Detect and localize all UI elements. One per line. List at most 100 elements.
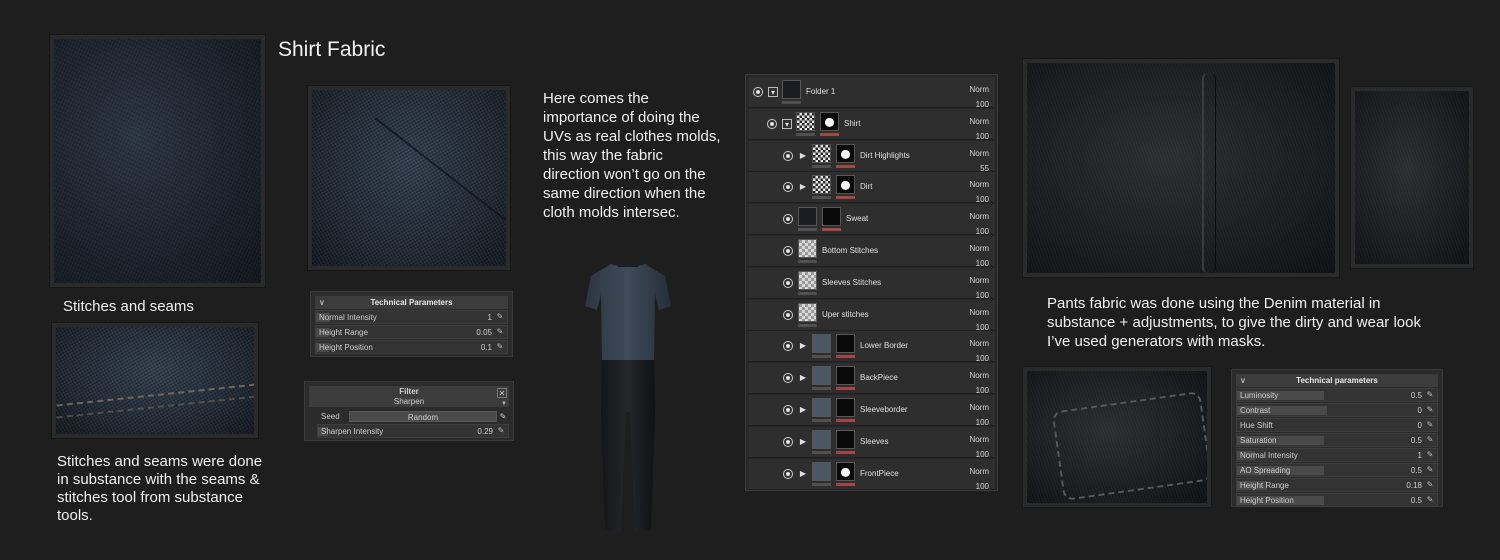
parameter-slider[interactable]: Normal Intensity 1 ✎: [315, 310, 508, 324]
layer-blend-mode[interactable]: Norm: [969, 241, 989, 256]
layer-mask-thumbnail[interactable]: [836, 175, 855, 195]
layer-opacity[interactable]: 100: [969, 479, 989, 494]
layer-row[interactable]: Bottom Stitches Norm 100: [748, 236, 995, 268]
edit-pencil-icon[interactable]: ✎: [1425, 435, 1435, 445]
parameter-value[interactable]: 0.18: [1406, 481, 1425, 490]
parameter-value[interactable]: 0.5: [1411, 466, 1425, 475]
layer-mask-thumbnail[interactable]: [836, 143, 855, 163]
visibility-eye-icon[interactable]: [783, 405, 793, 415]
layer-row[interactable]: ▶ BackPiece Norm 100: [748, 363, 995, 395]
visibility-eye-icon[interactable]: [783, 373, 793, 384]
layer-blend-mode[interactable]: Norm: [969, 146, 989, 161]
layer-blend-mode[interactable]: Norm: [969, 432, 989, 447]
expand-arrow-icon[interactable]: ▶: [798, 182, 808, 192]
edit-pencil-icon[interactable]: ✎: [1425, 495, 1435, 505]
layer-mask-thumbnail[interactable]: [820, 111, 839, 131]
layer-blend-opacity[interactable]: Norm 100: [969, 273, 989, 303]
layer-thumbnail[interactable]: [812, 366, 831, 386]
parameter-value[interactable]: 0.05: [476, 328, 495, 337]
layer-thumbnail[interactable]: [798, 207, 817, 227]
layer-thumbnail[interactable]: [798, 270, 817, 290]
parameter-slider[interactable]: Height Range 0.18 ✎: [1236, 478, 1438, 492]
layer-blend-opacity[interactable]: Norm 100: [969, 241, 989, 271]
visibility-eye-icon[interactable]: [753, 87, 763, 97]
layer-blend-opacity[interactable]: Norm 100: [969, 209, 989, 239]
parameter-slider[interactable]: Height Range 0.05 ✎: [315, 325, 508, 339]
layer-row[interactable]: ▶ FrontPiece Norm 100: [748, 458, 995, 491]
edit-pencil-icon[interactable]: ✎: [1425, 480, 1435, 490]
layer-blend-mode[interactable]: Norm: [969, 82, 989, 97]
layer-blend-opacity[interactable]: Norm 100: [969, 305, 989, 335]
layer-mask-thumbnail[interactable]: [836, 398, 855, 417]
parameter-value[interactable]: 0: [1418, 421, 1425, 430]
parameter-slider[interactable]: Normal Intensity 1 ✎: [1236, 448, 1438, 462]
visibility-eye-icon[interactable]: [783, 468, 793, 479]
parameter-slider[interactable]: Sharpen Intensity 0.29 ✎: [317, 424, 509, 438]
parameter-slider[interactable]: Hue Shift 0 ✎: [1236, 418, 1438, 432]
layer-mask-thumbnail[interactable]: [836, 366, 855, 386]
parameter-slider[interactable]: Height Position 0.5 ✎: [1236, 493, 1438, 507]
visibility-eye-icon[interactable]: [783, 246, 793, 256]
visibility-eye-icon[interactable]: [783, 309, 793, 320]
layer-blend-mode[interactable]: Norm: [969, 336, 989, 351]
layer-thumbnail[interactable]: [796, 111, 815, 131]
parameter-slider[interactable]: Luminosity 0.5 ✎: [1236, 388, 1438, 402]
layer-thumbnail[interactable]: [812, 334, 831, 354]
edit-pencil-icon[interactable]: ✎: [497, 412, 509, 421]
filter-subtitle[interactable]: Sharpen: [309, 397, 509, 407]
layer-thumbnail[interactable]: [812, 175, 831, 195]
random-seed-button[interactable]: Random: [349, 411, 497, 422]
layer-blend-opacity[interactable]: Norm 100: [969, 432, 989, 462]
expand-arrow-icon[interactable]: ▶: [798, 437, 808, 447]
visibility-eye-icon[interactable]: [783, 214, 793, 225]
panel-header[interactable]: ∨ Technical parameters: [1236, 374, 1438, 387]
layer-row[interactable]: ▶ Dirt Highlights Norm 55: [748, 140, 995, 173]
layer-thumbnail[interactable]: [812, 461, 831, 481]
layer-thumbnail[interactable]: [812, 429, 831, 449]
visibility-eye-icon[interactable]: [767, 118, 777, 129]
edit-pencil-icon[interactable]: ✎: [495, 327, 505, 337]
layer-blend-mode[interactable]: Norm: [969, 209, 989, 224]
parameter-value[interactable]: 1: [1418, 451, 1425, 460]
layer-blend-opacity[interactable]: Norm 100: [969, 400, 989, 430]
folder-icon[interactable]: ▾: [782, 118, 792, 129]
layer-thumbnail[interactable]: [798, 302, 817, 322]
parameter-slider[interactable]: Height Position 0.1 ✎: [315, 340, 508, 354]
layer-thumbnail[interactable]: [798, 239, 817, 258]
layer-row[interactable]: ▶ Sleeves Norm 100: [748, 426, 995, 459]
chevron-down-icon[interactable]: ▼: [501, 399, 507, 409]
layer-row[interactable]: ▾ Shirt Norm 100: [748, 108, 995, 141]
parameter-value[interactable]: 0: [1418, 406, 1425, 415]
visibility-eye-icon[interactable]: [783, 182, 793, 193]
parameter-value[interactable]: 0.5: [1411, 436, 1425, 445]
layer-blend-mode[interactable]: Norm: [969, 464, 989, 479]
layer-thumbnail[interactable]: [782, 80, 801, 99]
parameter-value[interactable]: 1: [488, 313, 495, 322]
layer-blend-opacity[interactable]: Norm 55: [969, 146, 989, 176]
edit-pencil-icon[interactable]: ✎: [1425, 390, 1435, 400]
panel-header[interactable]: ∨ Technical Parameters: [315, 296, 508, 309]
layer-blend-mode[interactable]: Norm: [969, 305, 989, 320]
edit-pencil-icon[interactable]: ✎: [1425, 420, 1435, 430]
layer-blend-mode[interactable]: Norm: [969, 368, 989, 383]
edit-pencil-icon[interactable]: ✎: [1425, 465, 1435, 475]
expand-arrow-icon[interactable]: ▶: [798, 405, 808, 415]
layer-row[interactable]: ▶ Sleeveborder Norm 100: [748, 395, 995, 427]
layer-row[interactable]: ▶ Dirt Norm 100: [748, 172, 995, 204]
visibility-eye-icon[interactable]: [783, 436, 793, 447]
layer-mask-thumbnail[interactable]: [822, 207, 841, 227]
layer-mask-thumbnail[interactable]: [836, 461, 855, 481]
layer-blend-mode[interactable]: Norm: [969, 400, 989, 415]
layer-blend-opacity[interactable]: Norm 100: [969, 368, 989, 398]
layer-row[interactable]: ▶ Lower Border Norm 100: [748, 331, 995, 363]
chevron-down-icon[interactable]: ∨: [1240, 374, 1246, 387]
parameter-slider[interactable]: Saturation 0.5 ✎: [1236, 433, 1438, 447]
visibility-eye-icon[interactable]: [783, 150, 793, 161]
parameter-slider[interactable]: AO Spreading 0.5 ✎: [1236, 463, 1438, 477]
layer-blend-opacity[interactable]: Norm 100: [969, 114, 989, 144]
layer-thumbnail[interactable]: [812, 398, 831, 417]
layer-row[interactable]: Sweat Norm 100: [748, 204, 995, 236]
folder-icon[interactable]: ▾: [768, 87, 778, 97]
edit-pencil-icon[interactable]: ✎: [1425, 450, 1435, 460]
expand-arrow-icon[interactable]: ▶: [798, 341, 808, 351]
